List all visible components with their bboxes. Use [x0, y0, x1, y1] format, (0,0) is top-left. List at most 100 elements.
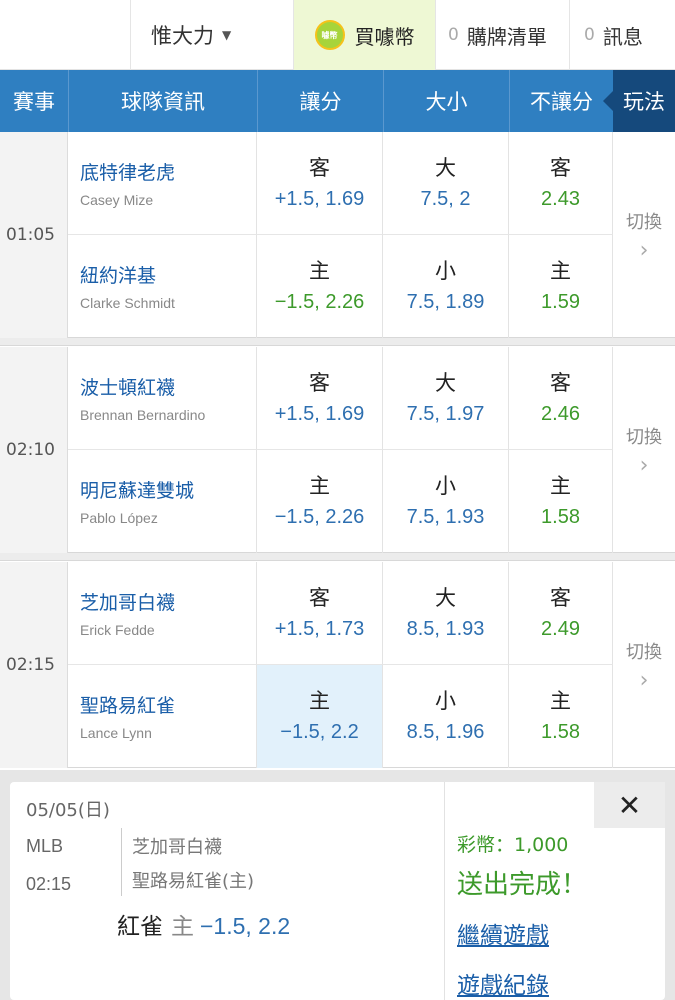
odds-label: 主 [309, 689, 330, 713]
odds-value: 1.58 [541, 721, 580, 743]
odds-label: 主 [550, 259, 571, 283]
home-team-info[interactable]: 紐約洋基 Clarke Schmidt [68, 235, 257, 338]
bet-pick: 紅雀主 −1.5, 2.2 [117, 907, 290, 941]
continue-game-link[interactable]: 繼續遊戲 [457, 916, 549, 950]
moneyline-home-odds[interactable]: 主 1.58 [509, 665, 613, 768]
moneyline-away-odds[interactable]: 客 2.46 [509, 347, 613, 450]
odds-value: 1.58 [541, 506, 580, 528]
spread-home-odds[interactable]: 主 −1.5, 2.26 [257, 235, 383, 338]
odds-value: 2.49 [541, 618, 580, 640]
pitcher-name: Brennan Bernardino [80, 407, 206, 423]
coin-logo-icon: 噱幣 [314, 20, 345, 50]
moneyline-home-odds[interactable]: 主 1.58 [509, 450, 613, 553]
game-row: 02:10 波士頓紅襪 Brennan Bernardino 明尼蘇達雙城 Pa… [0, 347, 675, 553]
odds-value: −1.5, 2.26 [274, 291, 365, 313]
chevron-right-icon: › [639, 237, 649, 263]
switch-play-button[interactable]: 切換 › [613, 347, 675, 553]
pick-side: 主 [171, 914, 194, 940]
total-over-odds[interactable]: 大 7.5, 1.97 [383, 347, 509, 450]
odds-label: 小 [435, 474, 456, 498]
moneyline-home-odds[interactable]: 主 1.59 [509, 235, 613, 338]
total-under-odds[interactable]: 小 7.5, 1.89 [383, 235, 509, 338]
odds-value: 7.5, 1.97 [406, 403, 485, 425]
moneyline-away-odds[interactable]: 客 2.43 [509, 132, 613, 235]
panel-divider [444, 782, 445, 1000]
bet-time: 02:15 [26, 874, 72, 894]
moneyline-away-odds[interactable]: 客 2.49 [509, 562, 613, 665]
odds-value: 7.5, 1.89 [406, 291, 485, 313]
odds-value: 8.5, 1.93 [406, 618, 485, 640]
spread-away-odds[interactable]: 客 +1.5, 1.69 [257, 347, 383, 450]
team-name: 紐約洋基 [80, 265, 157, 287]
messages-button[interactable]: 0 訊息 [569, 0, 675, 70]
team-name: 波士頓紅襪 [80, 377, 176, 399]
spread-away-odds[interactable]: 客 +1.5, 1.69 [257, 132, 383, 235]
odds-value: −1.5, 2.26 [274, 506, 365, 528]
close-icon[interactable]: ✕ [594, 782, 665, 828]
game-separator [0, 338, 675, 346]
odds-label: 小 [435, 259, 456, 283]
odds-label: 小 [435, 689, 456, 713]
team-name: 明尼蘇達雙城 [80, 480, 195, 502]
home-team-info[interactable]: 明尼蘇達雙城 Pablo López [68, 450, 257, 553]
odds-label: 客 [309, 371, 330, 395]
odds-label: 大 [435, 371, 456, 395]
chevron-right-icon: › [639, 667, 649, 693]
game-row: 02:15 芝加哥白襪 Erick Fedde 聖路易紅雀 Lance Lynn… [0, 562, 675, 768]
total-under-odds[interactable]: 小 7.5, 1.93 [383, 450, 509, 553]
home-team-info[interactable]: 聖路易紅雀 Lance Lynn [68, 665, 257, 768]
odds-value: 1.59 [541, 291, 580, 313]
spread-home-odds[interactable]: 主 −1.5, 2.26 [257, 450, 383, 553]
team-name: 聖路易紅雀 [80, 695, 176, 717]
bet-away-team: 芝加哥白襪 [132, 837, 222, 858]
game-time: 02:10 [0, 347, 68, 553]
caret-down-icon: ▼ [222, 28, 232, 42]
odds-value: 7.5, 1.93 [406, 506, 485, 528]
odds-value: +1.5, 1.69 [274, 188, 365, 210]
spread-away-odds[interactable]: 客 +1.5, 1.73 [257, 562, 383, 665]
odds-label: 客 [550, 586, 571, 610]
away-team-info[interactable]: 芝加哥白襪 Erick Fedde [68, 562, 257, 665]
coin-balance: 彩幣：1,000 [457, 834, 569, 856]
buy-coins-button[interactable]: 噱幣 買噱幣 [293, 0, 435, 70]
total-under-odds[interactable]: 小 8.5, 1.96 [383, 665, 509, 768]
bet-league: MLB [26, 836, 64, 856]
header-team-info: 球隊資訊 [68, 70, 257, 132]
odds-value: +1.5, 1.69 [274, 403, 365, 425]
odds-value: −1.5, 2.2 [280, 721, 359, 743]
game-row: 01:05 底特律老虎 Casey Mize 紐約洋基 Clarke Schmi… [0, 132, 675, 338]
odds-label: 主 [309, 474, 330, 498]
team-name: 底特律老虎 [80, 162, 176, 184]
away-team-info[interactable]: 底特律老虎 Casey Mize [68, 132, 257, 235]
username: 惟大力 [151, 24, 214, 48]
team-name: 芝加哥白襪 [80, 592, 176, 614]
user-menu[interactable]: 惟大力 ▼ [130, 0, 293, 70]
odds-label: 客 [309, 586, 330, 610]
cart-button[interactable]: 0 購牌清單 [435, 0, 569, 70]
pick-team: 紅雀 [117, 914, 163, 940]
total-over-odds[interactable]: 大 7.5, 2 [383, 132, 509, 235]
odds-value: 2.46 [541, 403, 580, 425]
odds-label: 客 [550, 371, 571, 395]
game-time: 02:15 [0, 562, 68, 768]
total-over-odds[interactable]: 大 8.5, 1.93 [383, 562, 509, 665]
game-history-link[interactable]: 遊戲紀錄 [457, 966, 549, 1000]
pitcher-name: Lance Lynn [80, 725, 152, 741]
messages-count: 0 [584, 25, 595, 45]
switch-play-button[interactable]: 切換 › [613, 562, 675, 768]
pitcher-name: Casey Mize [80, 192, 154, 208]
chevron-right-icon: › [639, 452, 649, 478]
game-separator [0, 553, 675, 561]
pitcher-name: Clarke Schmidt [80, 295, 175, 311]
odds-value: 2.43 [541, 188, 580, 210]
bet-home-team: 聖路易紅雀(主) [132, 871, 255, 892]
odds-label: 主 [550, 689, 571, 713]
switch-play-button[interactable]: 切換 › [613, 132, 675, 338]
odds-label: 大 [435, 156, 456, 180]
top-bar: 惟大力 ▼ 噱幣 買噱幣 0 購牌清單 0 訊息 [0, 0, 675, 70]
header-event: 賽事 [13, 90, 55, 114]
divider [121, 828, 122, 896]
away-team-info[interactable]: 波士頓紅襪 Brennan Bernardino [68, 347, 257, 450]
odds-value: +1.5, 1.73 [274, 618, 365, 640]
spread-home-odds-selected[interactable]: 主 −1.5, 2.2 [257, 665, 383, 768]
